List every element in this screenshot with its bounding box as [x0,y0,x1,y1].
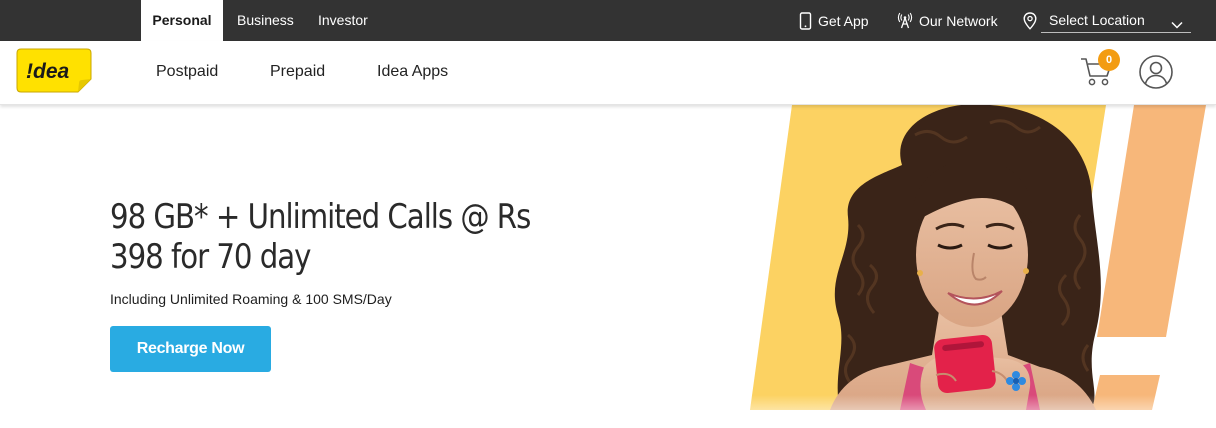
map-pin-icon [1023,0,1037,41]
hero-subline: Including Unlimited Roaming & 100 SMS/Da… [110,291,392,307]
our-network-link[interactable]: Our Network [897,0,998,41]
nav-prepaid[interactable]: Prepaid [270,41,325,103]
get-app-label: Get App [818,12,869,29]
chevron-down-icon [1171,13,1183,35]
our-network-label: Our Network [919,12,998,29]
segment-tab-personal[interactable]: Personal [141,0,223,41]
user-account-button[interactable] [1138,54,1174,90]
phone-icon [799,11,812,30]
idea-logo[interactable]: !dea [16,47,92,94]
get-app-link[interactable]: Get App [799,0,869,41]
logo-wordmark: !dea [26,60,70,83]
hero-woman-illustration [740,105,1216,428]
location-select-label: Select Location [1049,12,1145,28]
user-icon [1139,55,1173,89]
main-header: !dea Postpaid Prepaid Idea Apps [0,41,1216,105]
top-utility-bar: Personal Business Investor Get App Our N… [0,0,1216,41]
nav-postpaid[interactable]: Postpaid [156,41,218,103]
location-select[interactable]: Select Location [1041,9,1191,33]
nav-idea-apps[interactable]: Idea Apps [377,41,448,103]
segment-tab-business[interactable]: Business [237,0,294,41]
recharge-now-button[interactable]: Recharge Now [110,326,271,372]
hero-headline: 98 GB* + Unlimited Calls @ Rs 398 for 70… [110,197,531,277]
tower-icon [897,12,913,29]
segment-tab-investor[interactable]: Investor [318,0,368,41]
hero-banner: 98 GB* + Unlimited Calls @ Rs 398 for 70… [0,105,1216,428]
cart-count-badge: 0 [1098,49,1120,71]
